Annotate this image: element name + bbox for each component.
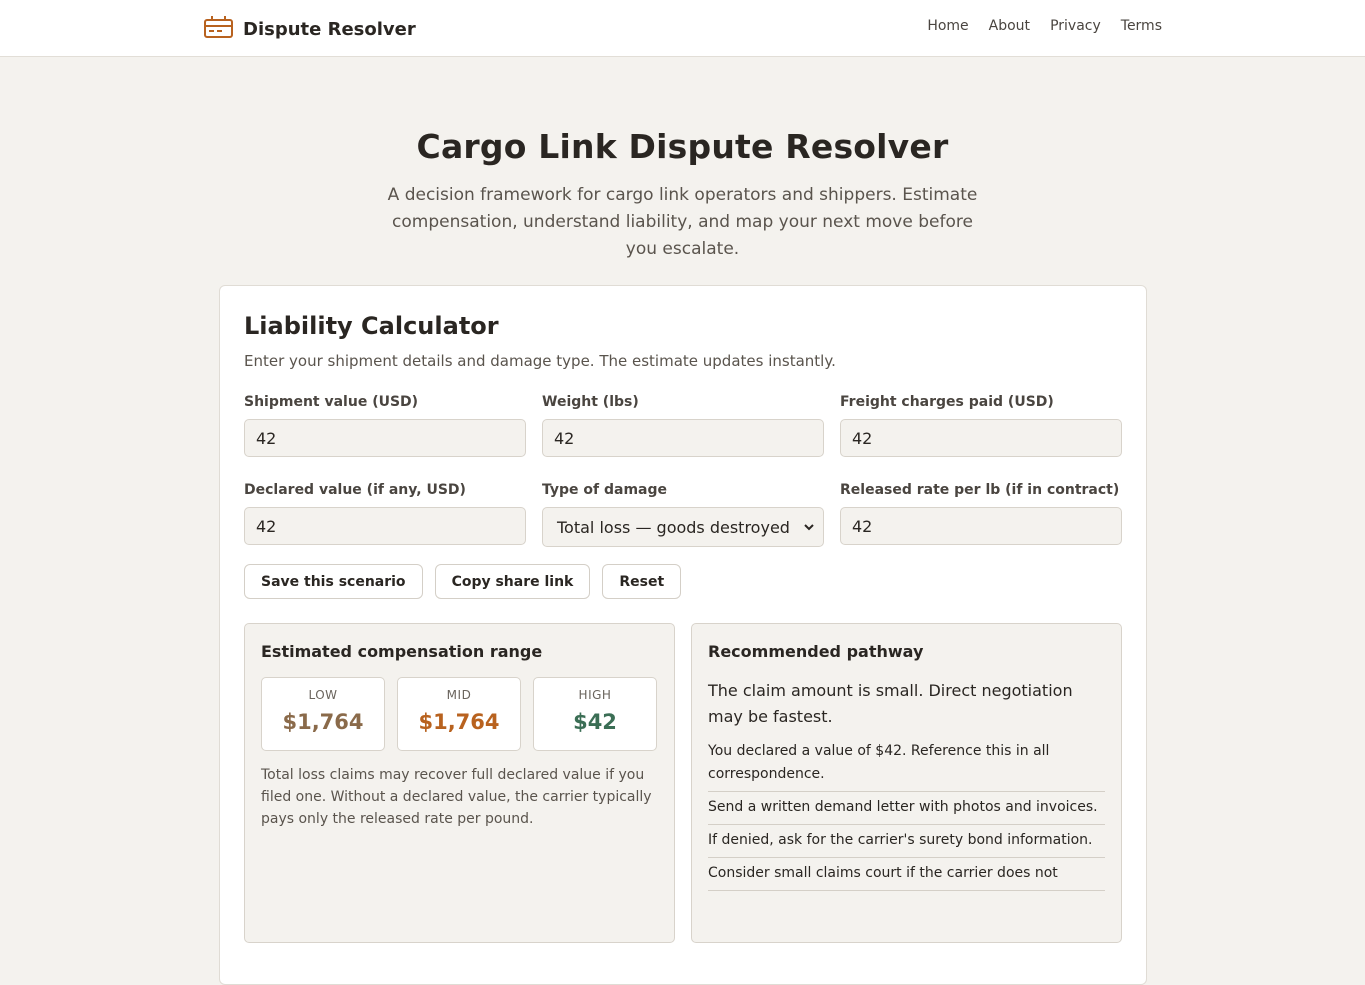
freight-charges-label: Freight charges paid (USD) <box>840 394 1054 410</box>
range-mid-value: $1,764 <box>418 710 500 734</box>
range-low: LOW $1,764 <box>261 677 385 751</box>
page-subtitle: A decision framework for cargo link oper… <box>387 185 978 259</box>
released-rate-input[interactable] <box>840 507 1122 545</box>
calculator-title: Liability Calculator <box>244 312 499 340</box>
calculator-subtitle: Enter your shipment details and damage t… <box>244 352 836 370</box>
compensation-range-title: Estimated compensation range <box>261 642 543 661</box>
damage-type-label: Type of damage <box>542 482 668 498</box>
shipment-value-input[interactable] <box>244 419 526 457</box>
compensation-range-panel: Estimated compensation range LOW $1,764 … <box>244 623 675 943</box>
chevron-down-icon <box>803 518 815 537</box>
damage-type-selected: Total loss — goods destroyed <box>557 517 790 537</box>
declared-value-label: Declared value (if any, USD) <box>244 482 466 498</box>
calculator-form: Shipment value (USD) Weight (lbs) Freigh… <box>244 394 1122 547</box>
range-mid: MID $1,764 <box>397 677 521 751</box>
list-item: Send a written demand letter with photos… <box>708 792 1105 825</box>
weight-label: Weight (lbs) <box>542 394 639 410</box>
declared-value-field: Declared value (if any, USD) <box>244 482 526 547</box>
list-item: If denied, ask for the carrier's surety … <box>708 825 1105 858</box>
range-high-label: HIGH <box>578 688 612 702</box>
results-panels: Estimated compensation range LOW $1,764 … <box>244 623 1122 943</box>
save-scenario-button[interactable]: Save this scenario <box>244 564 423 599</box>
freight-charges-field: Freight charges paid (USD) <box>840 394 1122 457</box>
pathway-lead: The claim amount is small. Direct negoti… <box>708 681 1073 726</box>
freight-charges-input[interactable] <box>840 419 1122 457</box>
page-title: Cargo Link Dispute Resolver <box>416 127 949 166</box>
shipment-value-label: Shipment value (USD) <box>244 394 419 410</box>
brand-name: Dispute Resolver <box>243 18 416 40</box>
list-item: Consider small claims court if the carri… <box>708 858 1105 891</box>
compensation-note: Total loss claims may recover full decla… <box>261 767 652 827</box>
hero: Cargo Link Dispute Resolver A decision f… <box>0 57 1365 263</box>
range-boxes: LOW $1,764 MID $1,764 HIGH $42 <box>261 677 658 751</box>
range-low-value: $1,764 <box>282 710 364 734</box>
range-high: HIGH $42 <box>533 677 657 751</box>
main-nav: Home About Privacy Terms <box>927 18 1162 34</box>
nav-terms-link[interactable]: Terms <box>1121 18 1162 34</box>
action-buttons: Save this scenario Copy share link Reset <box>244 564 1122 599</box>
nav-privacy-link[interactable]: Privacy <box>1050 18 1101 34</box>
top-navigation-bar: Dispute Resolver Home About Privacy Term… <box>0 0 1365 57</box>
reset-button[interactable]: Reset <box>602 564 682 599</box>
brand[interactable]: Dispute Resolver <box>203 14 416 44</box>
shipment-value-field: Shipment value (USD) <box>244 394 526 457</box>
liability-calculator-card: Liability Calculator Enter your shipment… <box>219 285 1147 985</box>
range-mid-label: MID <box>446 688 472 702</box>
nav-about-link[interactable]: About <box>989 18 1030 34</box>
range-high-value: $42 <box>573 710 617 734</box>
declared-value-input[interactable] <box>244 507 526 545</box>
list-item: You declared a value of $42. Reference t… <box>708 736 1105 792</box>
released-rate-field: Released rate per lb (if in contract) <box>840 482 1122 547</box>
damage-type-field: Type of damage Total loss — goods destro… <box>542 482 824 547</box>
range-low-label: LOW <box>308 688 338 702</box>
pathway-title: Recommended pathway <box>708 642 924 661</box>
damage-type-select[interactable]: Total loss — goods destroyed <box>542 507 824 547</box>
recommended-pathway-panel: Recommended pathway The claim amount is … <box>691 623 1122 943</box>
pathway-steps: You declared a value of $42. Reference t… <box>708 736 1105 891</box>
calendar-briefcase-icon <box>203 14 234 44</box>
nav-home-link[interactable]: Home <box>927 18 968 34</box>
copy-share-link-button[interactable]: Copy share link <box>434 564 591 599</box>
weight-input[interactable] <box>542 419 824 457</box>
released-rate-label: Released rate per lb (if in contract) <box>840 482 1120 498</box>
weight-field: Weight (lbs) <box>542 394 824 457</box>
